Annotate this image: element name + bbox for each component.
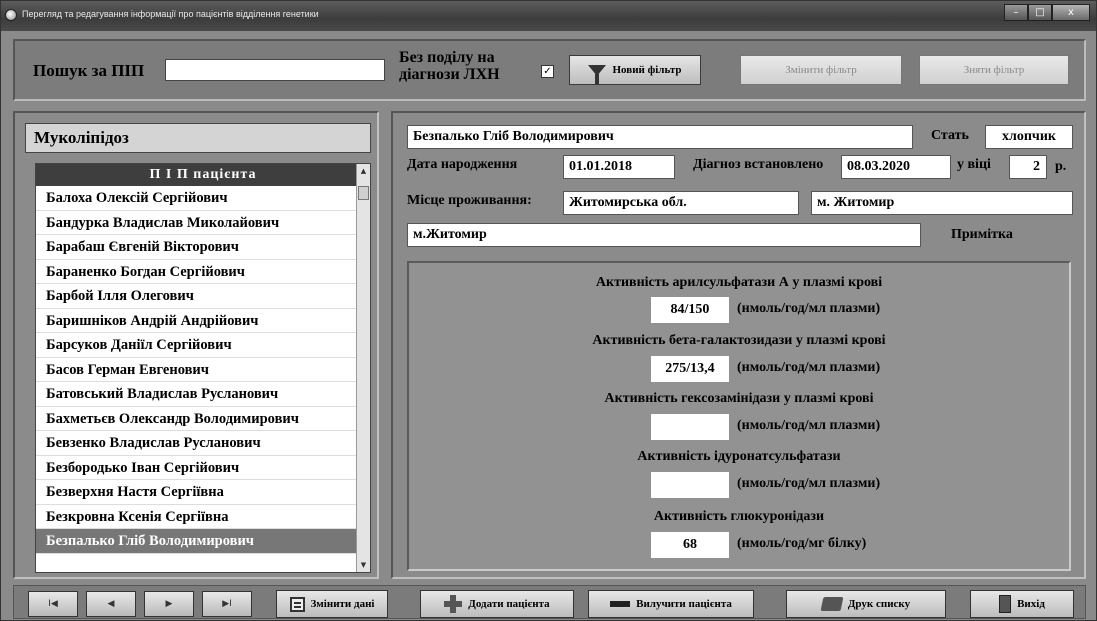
app-icon bbox=[5, 9, 17, 21]
add-patient-button[interactable]: Додати пацієнта bbox=[420, 590, 574, 618]
exit-door-icon bbox=[999, 595, 1012, 613]
patient-list-item[interactable]: Бараненко Богдан Сергійович bbox=[36, 260, 370, 284]
print-list-button[interactable]: Друк списку bbox=[786, 590, 946, 618]
next-record-button[interactable]: ▶ bbox=[144, 591, 194, 617]
exit-button[interactable]: Вихід bbox=[970, 590, 1074, 618]
window-controls: – □ x bbox=[1004, 4, 1090, 21]
age-field[interactable]: 2 bbox=[1009, 155, 1047, 179]
main-window: Перегляд та редагування інформації про п… bbox=[0, 0, 1097, 621]
patient-list-item[interactable]: Барабаш Євгеній Вікторович bbox=[36, 235, 370, 260]
patient-list-item[interactable]: Бахметьєв Олександр Володимирович bbox=[36, 407, 370, 431]
patient-list-item[interactable]: Барсуков Даніїл Сергійович bbox=[36, 333, 370, 358]
search-label: Пошук за ПІП bbox=[33, 61, 145, 80]
remove-patient-label: Вилучити пацієнта bbox=[636, 598, 732, 610]
remove-patient-button[interactable]: Вилучити пацієнта bbox=[588, 590, 754, 618]
minimize-button[interactable]: – bbox=[1004, 4, 1028, 21]
first-record-button[interactable]: I◀ bbox=[28, 591, 78, 617]
patient-list-item[interactable]: Балоха Олексій Сергійович bbox=[36, 186, 370, 211]
new-filter-label: Новий фільтр bbox=[612, 64, 682, 76]
patient-list-header: П І П пацієнта bbox=[36, 164, 370, 186]
bottom-toolbar: I◀ ◀ ▶ ▶I Змінити дані Додати пацієнта В… bbox=[13, 585, 1086, 619]
add-patient-label: Додати пацієнта bbox=[468, 598, 550, 610]
window-title: Перегляд та редагування інформації про п… bbox=[22, 9, 319, 19]
patient-list-item[interactable]: Бевзенко Владислав Русланович bbox=[36, 431, 370, 456]
note-label: Примітка bbox=[951, 227, 1013, 242]
plus-icon bbox=[444, 595, 463, 613]
test-title: Активність ідуронатсульфатази bbox=[637, 449, 841, 464]
residence-label: Місце проживання: bbox=[407, 193, 532, 208]
sex-field[interactable]: хлопчик bbox=[985, 125, 1073, 149]
test-unit: (нмоль/год/мг білку) bbox=[737, 536, 867, 551]
test-unit: (нмоль/год/мл плазми) bbox=[737, 476, 881, 491]
new-filter-button[interactable]: Новий фільтр bbox=[569, 55, 701, 85]
edit-data-label: Змінити дані bbox=[310, 598, 375, 610]
age-unit: р. bbox=[1055, 159, 1067, 174]
no-diagnosis-split-checkbox[interactable]: ✓ bbox=[541, 65, 554, 78]
edit-icon bbox=[289, 596, 305, 612]
patient-list-item[interactable]: Безпалько Гліб Володимирович bbox=[36, 529, 370, 554]
patient-list-panel: Муколіпідоз П І П пацієнта Балоха Олексі… bbox=[13, 111, 379, 579]
test-title: Активність гексозамінідази у плазмі кров… bbox=[604, 391, 874, 406]
patient-list-item[interactable]: Безверхня Настя Сергіївна bbox=[36, 480, 370, 505]
exit-label: Вихід bbox=[1017, 598, 1045, 610]
scroll-up-icon[interactable]: ▲ bbox=[357, 164, 370, 178]
filter-bar: Пошук за ПІП Без поділу на діагнози ЛХН … bbox=[13, 39, 1086, 101]
city-field[interactable]: м. Житомир bbox=[811, 191, 1073, 215]
patient-list-item[interactable]: Безбородько Іван Сергійович bbox=[36, 456, 370, 480]
print-list-label: Друк списку bbox=[847, 598, 911, 610]
maximize-button[interactable]: □ bbox=[1028, 4, 1052, 21]
patient-list-item[interactable]: Батовський Владислав Русланович bbox=[36, 382, 370, 407]
diag-label-line2: діагнози ЛХН bbox=[399, 66, 500, 83]
list-scrollbar[interactable]: ▲ ▼ bbox=[356, 164, 370, 572]
patient-list-item[interactable]: Басов Герман Евгенович bbox=[36, 358, 370, 382]
sex-label: Стать bbox=[931, 128, 969, 143]
test-value-field[interactable] bbox=[651, 414, 729, 440]
region-field[interactable]: Житомирська обл. bbox=[563, 191, 799, 215]
no-diagnosis-split-label: Без поділу на діагнози ЛХН bbox=[399, 49, 539, 83]
minus-icon bbox=[610, 601, 631, 607]
printer-icon bbox=[820, 597, 844, 611]
patient-list-item[interactable]: Баришніков Андрій Андрійович bbox=[36, 309, 370, 333]
test-title: Активність глюкуронідази bbox=[653, 509, 825, 524]
search-input[interactable] bbox=[165, 59, 385, 81]
title-bar: Перегляд та редагування інформації про п… bbox=[1, 1, 1096, 31]
test-value-field[interactable]: 84/150 bbox=[651, 297, 729, 323]
prev-record-button[interactable]: ◀ bbox=[86, 591, 136, 617]
diag-label-line1: Без поділу на bbox=[399, 49, 495, 66]
test-title: Активність арилсульфатази А у плазмі кро… bbox=[595, 275, 883, 290]
funnel-icon bbox=[588, 64, 607, 84]
diagnosis-group-title: Муколіпідоз bbox=[25, 123, 371, 153]
age-label: у віці bbox=[957, 157, 991, 172]
patient-list[interactable]: П І П пацієнта Балоха Олексій Сергійович… bbox=[35, 163, 371, 573]
diagnosis-date-label: Діагноз встановлено bbox=[693, 157, 824, 172]
patient-rows: Балоха Олексій Сергійович Бандурка Владис… bbox=[36, 186, 370, 554]
edit-data-button[interactable]: Змінити дані bbox=[276, 590, 388, 618]
test-value-field[interactable] bbox=[651, 472, 729, 498]
close-button[interactable]: x bbox=[1052, 4, 1090, 21]
test-unit: (нмоль/год/мл плазми) bbox=[737, 360, 881, 375]
birth-date-label: Дата народження bbox=[407, 157, 518, 172]
test-unit: (нмоль/год/мл плазми) bbox=[737, 301, 881, 316]
patient-list-item[interactable]: Бандурка Владислав Миколайович bbox=[36, 211, 370, 235]
remove-filter-button[interactable]: Зняти фільтр bbox=[919, 55, 1069, 85]
patient-name-field[interactable]: Безпалько Гліб Володимирович bbox=[407, 125, 913, 149]
address-field[interactable]: м.Житомир bbox=[407, 223, 921, 247]
birth-date-field[interactable]: 01.01.2018 bbox=[563, 155, 675, 179]
patient-list-item[interactable]: Безкровна Ксенія Сергіївна bbox=[36, 505, 370, 529]
scroll-thumb[interactable] bbox=[358, 186, 369, 200]
test-unit: (нмоль/год/мл плазми) bbox=[737, 418, 881, 433]
test-value-field[interactable]: 275/13,4 bbox=[651, 356, 729, 382]
test-title: Активність бета-галактозидази у плазмі к… bbox=[592, 333, 886, 348]
last-record-button[interactable]: ▶I bbox=[202, 591, 252, 617]
change-filter-button[interactable]: Змінити фільтр bbox=[740, 55, 902, 85]
test-value-field[interactable]: 68 bbox=[651, 532, 729, 558]
enzyme-tests-group: Активність арилсульфатази А у плазмі кро… bbox=[407, 261, 1071, 571]
diagnosis-date-field[interactable]: 08.03.2020 bbox=[841, 155, 951, 179]
patient-details-panel: Безпалько Гліб Володимирович Стать хлопч… bbox=[391, 111, 1086, 579]
patient-list-item[interactable]: Барбой Ілля Олегович bbox=[36, 284, 370, 309]
scroll-down-icon[interactable]: ▼ bbox=[357, 558, 370, 572]
